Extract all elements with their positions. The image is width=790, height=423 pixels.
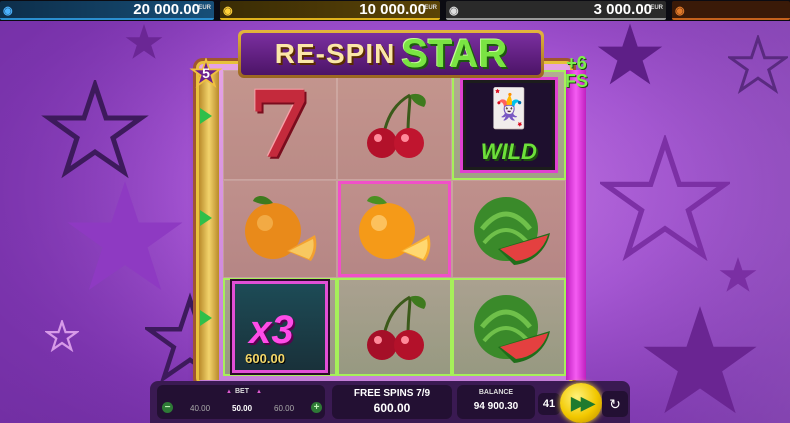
watermelon-symbol-icon: [473, 295, 550, 363]
jackpot-value: 20 000.00: [133, 1, 200, 18]
seven-symbol-icon: 7: [248, 71, 313, 179]
cherry-symbol-icon: [367, 93, 427, 158]
spin-button[interactable]: ▶▶: [560, 383, 602, 423]
bet-label: BET: [235, 388, 249, 395]
payline-arrow-icon: [200, 108, 212, 124]
decorative-star-icon: [600, 135, 730, 262]
bonus-fs-amount: +6: [566, 53, 587, 73]
decorative-star-icon: [45, 320, 79, 352]
bet-increase-button[interactable]: +: [311, 402, 322, 413]
decorative-star-icon: [643, 306, 757, 414]
jackpot-value: 3 000.00: [593, 1, 652, 18]
free-spins-win: 600.00: [373, 401, 411, 415]
refresh-icon: ↻: [609, 396, 621, 412]
orange-symbol-icon: [359, 196, 431, 261]
wild-label: WILD: [480, 139, 537, 164]
decorative-star-icon: [41, 80, 149, 179]
game-title-banner: RE-SPIN STAR: [238, 30, 544, 78]
title-respin: RE-SPIN: [274, 38, 396, 69]
reel-cell-seven: 7: [223, 70, 338, 180]
bonus-fs-unit: FS: [565, 71, 589, 91]
bet-up-arrow-icon[interactable]: ▲: [256, 389, 262, 395]
reel-cell-multiplier: x3 600.00: [223, 278, 338, 376]
orange-symbol-icon: [245, 196, 317, 261]
free-spins-label: FREE SPINS 7/9: [353, 388, 431, 399]
jackpot-bronze: ◉: [672, 1, 790, 20]
jackpot-blue: ◉ 20 000.00 EUR: [0, 1, 214, 20]
silver-mask-icon: ◉: [449, 5, 459, 17]
balance-label: BALANCE: [478, 389, 514, 396]
decorative-star-icon: [597, 23, 663, 85]
jackpot-currency: EUR: [650, 5, 663, 11]
reel-grid: 7 🃏 WILD x3 600.00: [223, 70, 566, 376]
bonus-free-spins: +6 FS: [565, 54, 588, 90]
reel-cell-watermelon: [451, 278, 566, 376]
right-rail: [566, 70, 586, 380]
payline-arrow-icon: [200, 310, 212, 326]
decorative-star-icon: [719, 257, 757, 292]
bronze-mask-icon: ◉: [675, 5, 685, 17]
play-arrow-icon: ▶▶: [571, 392, 595, 413]
watermelon-symbol-icon: [473, 197, 550, 265]
free-spins-panel: FREE SPINS 7/9 600.00: [332, 385, 452, 419]
lines-counter[interactable]: 41: [538, 393, 560, 415]
blue-mask-icon: ◉: [3, 5, 13, 17]
cherry-symbol-icon: [367, 295, 427, 360]
multiplier-symbol: x3 600.00: [232, 281, 329, 373]
gold-mask-icon: ◉: [223, 5, 233, 17]
balance-panel: BALANCE 94 900.30: [457, 385, 535, 419]
balance-value: 94 900.30: [473, 401, 519, 412]
respin-count-value: 5: [202, 65, 210, 81]
bet-decrease-button[interactable]: −: [162, 402, 173, 413]
payline-arrow-icon: [200, 210, 212, 226]
reel-cell-orange: [223, 180, 338, 278]
multiplier-label: x3: [249, 308, 294, 352]
multiplier-win-value: 600.00: [245, 351, 285, 366]
respin-counter: 5: [189, 58, 223, 88]
joker-icon: 🃏: [485, 88, 533, 130]
title-star: STAR: [401, 31, 508, 76]
decorative-star-icon: [125, 24, 163, 59]
wild-symbol: 🃏 WILD: [462, 80, 555, 170]
jackpot-gold: ◉ 10 000.00 EUR: [220, 1, 440, 20]
decorative-star-icon: [67, 181, 183, 290]
jackpot-currency: EUR: [198, 5, 211, 11]
jackpot-silver: ◉ 3 000.00 EUR: [446, 1, 666, 20]
reel-cell-wild: 🃏 WILD: [451, 70, 566, 180]
autoplay-button[interactable]: ↻: [602, 391, 628, 417]
bet-option-higher[interactable]: 60.00: [274, 404, 294, 413]
reel-cell-orange-highlight: [337, 180, 452, 278]
reel-cell-cherry: [337, 70, 452, 180]
jackpot-bar: ◉ 20 000.00 EUR ◉ 10 000.00 EUR ◉ 3 000.…: [0, 0, 790, 21]
jackpot-value: 10 000.00: [359, 1, 426, 18]
jackpot-currency: EUR: [424, 5, 437, 11]
reel-cell-watermelon: [451, 180, 566, 278]
decorative-star-icon: [728, 35, 788, 94]
bet-option-lower[interactable]: 40.00: [190, 404, 210, 413]
bet-current-value[interactable]: 50.00: [232, 404, 252, 413]
reel-cell-cherry: [337, 278, 452, 376]
bet-up-arrow-icon[interactable]: ▲: [226, 389, 232, 395]
